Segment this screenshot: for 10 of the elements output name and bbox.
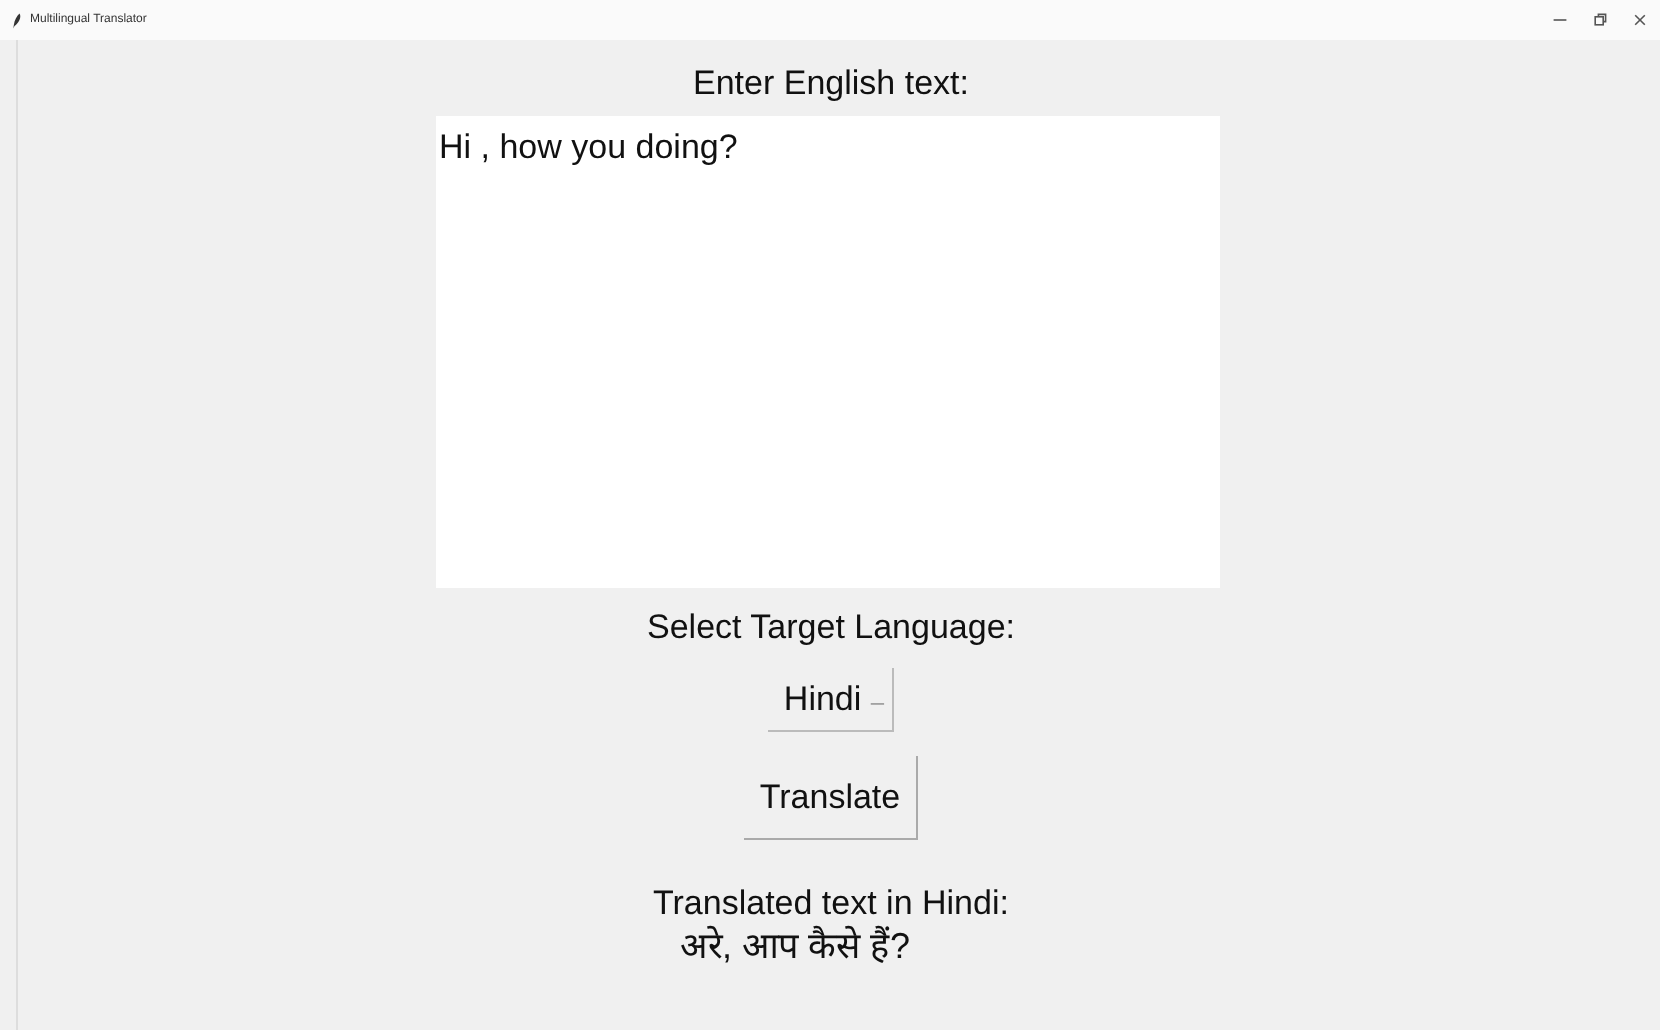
language-dropdown[interactable]: Hindi –	[767, 668, 895, 732]
close-icon[interactable]	[1632, 12, 1648, 28]
text-input-field[interactable]: Hi , how you doing?	[435, 116, 1219, 588]
restore-icon[interactable]	[1592, 12, 1608, 28]
input-label: Enter English text:	[693, 64, 969, 104]
result-label: Translated text in Hindi:	[653, 884, 1009, 924]
translated-text: अरे, आप कैसे हैं?	[679, 924, 910, 968]
language-label: Select Target Language:	[647, 608, 1015, 648]
feather-icon	[12, 11, 22, 29]
translate-button[interactable]: Translate	[743, 756, 919, 840]
